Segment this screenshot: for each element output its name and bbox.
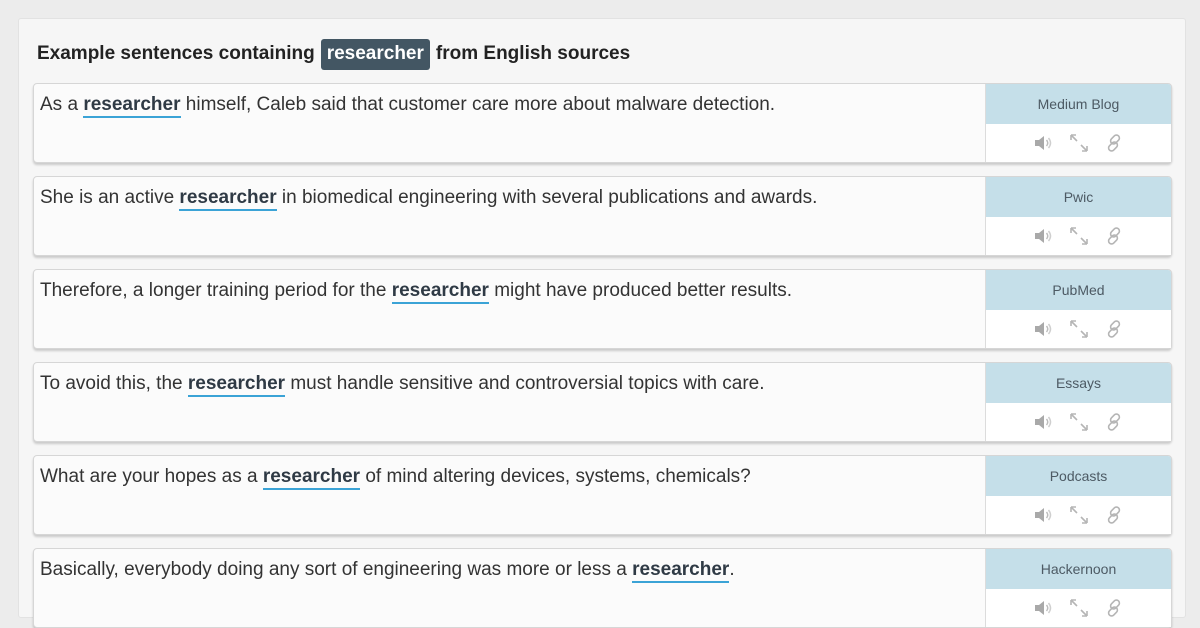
example-sidebar: Medium Blog: [985, 84, 1171, 162]
example-card: Therefore, a longer training period for …: [33, 269, 1172, 349]
expand-icon[interactable]: [1068, 225, 1090, 247]
sentence-after: must handle sensitive and controversial …: [285, 373, 765, 394]
example-actions: [986, 124, 1171, 162]
heading-suffix: from English sources: [435, 43, 631, 64]
keyword-highlight[interactable]: researcher: [179, 187, 277, 211]
example-card: She is an active researcher in biomedica…: [33, 176, 1172, 256]
sentence-after: might have produced better results.: [488, 280, 793, 301]
source-label[interactable]: Hackernoon: [986, 549, 1171, 589]
keyword-highlight[interactable]: researcher: [83, 94, 181, 118]
speaker-icon[interactable]: [1032, 318, 1054, 340]
example-sentence: Basically, everybody doing any sort of e…: [40, 558, 980, 583]
link-icon[interactable]: [1103, 411, 1125, 433]
link-icon[interactable]: [1103, 225, 1125, 247]
expand-icon[interactable]: [1068, 597, 1090, 619]
source-label[interactable]: PubMed: [986, 270, 1171, 310]
speaker-icon[interactable]: [1032, 132, 1054, 154]
expand-icon[interactable]: [1068, 411, 1090, 433]
sentence-after: himself, Caleb said that customer care m…: [180, 94, 776, 115]
example-sidebar: Podcasts: [985, 456, 1171, 534]
example-actions: [986, 403, 1171, 441]
sentence-after: .: [729, 559, 735, 580]
link-icon[interactable]: [1103, 318, 1125, 340]
source-label[interactable]: Essays: [986, 363, 1171, 403]
section-heading: Example sentences containing researcher …: [37, 38, 630, 70]
example-sidebar: PubMed: [985, 270, 1171, 348]
expand-icon[interactable]: [1068, 318, 1090, 340]
example-actions: [986, 310, 1171, 348]
source-label[interactable]: Medium Blog: [986, 84, 1171, 124]
sentence-before: As a: [40, 94, 84, 115]
example-sentence: What are your hopes as a researcher of m…: [40, 465, 980, 490]
speaker-icon[interactable]: [1032, 411, 1054, 433]
sentence-before: Basically, everybody doing any sort of e…: [40, 559, 633, 580]
speaker-icon[interactable]: [1032, 597, 1054, 619]
example-sentence: As a researcher himself, Caleb said that…: [40, 93, 980, 118]
examples-panel: Example sentences containing researcher …: [18, 18, 1186, 628]
source-label[interactable]: Pwic: [986, 177, 1171, 217]
sentence-after: in biomedical engineering with several p…: [276, 187, 818, 208]
example-card: Basically, everybody doing any sort of e…: [33, 548, 1172, 628]
sentence-before: What are your hopes as a: [40, 466, 263, 487]
example-sentence: She is an active researcher in biomedica…: [40, 186, 980, 211]
example-sentence: Therefore, a longer training period for …: [40, 279, 980, 304]
sentence-before: Therefore, a longer training period for …: [40, 280, 392, 301]
sentence-after: of mind altering devices, systems, chemi…: [360, 466, 751, 487]
keyword-badge: researcher: [320, 38, 430, 70]
link-icon[interactable]: [1103, 504, 1125, 526]
keyword-highlight[interactable]: researcher: [187, 373, 286, 397]
sentence-before: To avoid this, the: [40, 373, 188, 394]
expand-icon[interactable]: [1068, 504, 1090, 526]
source-label[interactable]: Podcasts: [986, 456, 1171, 496]
example-sentence: To avoid this, the researcher must handl…: [40, 372, 980, 397]
link-icon[interactable]: [1103, 132, 1125, 154]
example-actions: [986, 589, 1171, 627]
keyword-highlight[interactable]: researcher: [632, 559, 730, 583]
example-actions: [986, 496, 1171, 534]
example-sidebar: Essays: [985, 363, 1171, 441]
example-actions: [986, 217, 1171, 255]
expand-icon[interactable]: [1068, 132, 1090, 154]
speaker-icon[interactable]: [1032, 225, 1054, 247]
example-card: As a researcher himself, Caleb said that…: [33, 83, 1172, 163]
example-card: To avoid this, the researcher must handl…: [33, 362, 1172, 442]
keyword-highlight[interactable]: researcher: [262, 466, 361, 490]
speaker-icon[interactable]: [1032, 504, 1054, 526]
link-icon[interactable]: [1103, 597, 1125, 619]
keyword-highlight[interactable]: researcher: [391, 280, 489, 304]
sentence-before: She is an active: [40, 187, 180, 208]
example-sidebar: Hackernoon: [985, 549, 1171, 627]
example-card: What are your hopes as a researcher of m…: [33, 455, 1172, 535]
example-sidebar: Pwic: [985, 177, 1171, 255]
heading-prefix: Example sentences containing: [37, 43, 315, 64]
